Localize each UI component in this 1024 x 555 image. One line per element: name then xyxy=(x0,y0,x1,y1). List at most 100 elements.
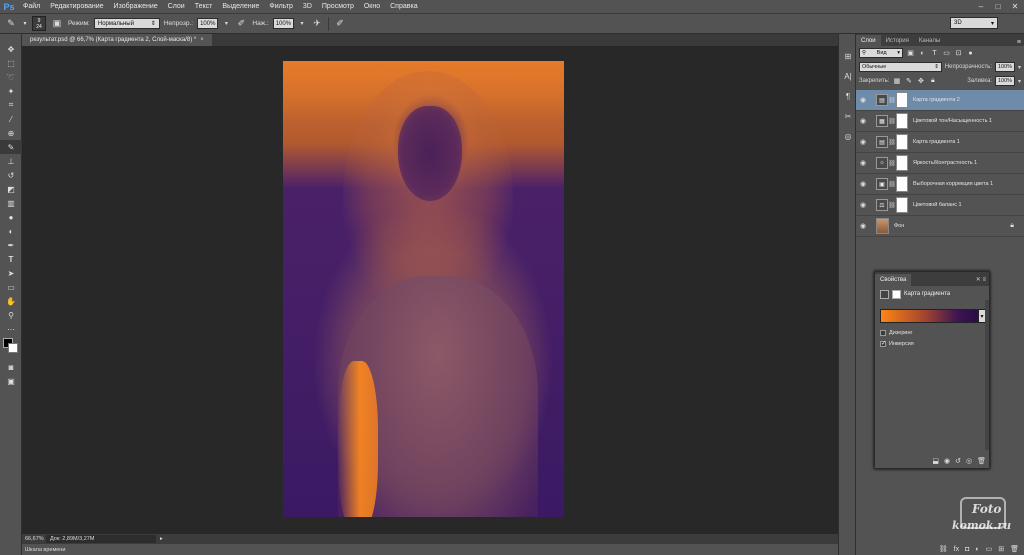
timeline-tab[interactable]: Шкала времени xyxy=(22,544,838,555)
eye-icon[interactable]: ◉ xyxy=(856,180,870,188)
type-tool-icon[interactable]: T xyxy=(0,252,22,266)
eye-icon[interactable]: ◉ xyxy=(856,201,870,209)
shape-tool-icon[interactable]: ▭ xyxy=(0,280,22,294)
eyedropper-tool-icon[interactable]: ⁄ xyxy=(0,112,22,126)
layer-name[interactable]: Карта градиента 2 xyxy=(913,97,960,103)
eye-icon[interactable]: ◉ xyxy=(856,159,870,167)
filter-toggle-icon[interactable]: ● xyxy=(966,50,975,57)
status-menu-arrow-icon[interactable]: ▸ xyxy=(160,536,163,542)
layer-mask-thumbnail[interactable] xyxy=(896,134,908,150)
quick-select-tool-icon[interactable]: ✦ xyxy=(0,84,22,98)
visibility-icon[interactable]: ◎ xyxy=(966,457,972,465)
lasso-tool-icon[interactable]: ➰ xyxy=(0,70,22,84)
background-color[interactable] xyxy=(8,343,18,353)
filter-pixel-icon[interactable]: ▣ xyxy=(906,49,915,57)
chain-link-icon[interactable]: ⛓︎ xyxy=(888,97,896,104)
menu-3d[interactable]: 3D xyxy=(298,0,317,14)
menu-view[interactable]: Просмотр xyxy=(317,0,359,14)
menu-window[interactable]: Окно xyxy=(359,0,385,14)
clone-stamp-tool-icon[interactable]: ⊥ xyxy=(0,154,22,168)
reset-icon[interactable]: ↺ xyxy=(955,457,961,465)
invert-checkbox[interactable]: ✓ xyxy=(880,340,886,347)
tab-channels[interactable]: Каналы xyxy=(914,35,945,46)
dodge-tool-icon[interactable]: ◐ xyxy=(0,224,22,238)
document-image[interactable] xyxy=(283,61,564,517)
chevron-down-icon[interactable]: ▾ xyxy=(298,17,306,31)
layer-blend-select[interactable]: Обычные ⇕ xyxy=(859,62,942,72)
gradient-tool-icon[interactable]: ▥ xyxy=(0,196,22,210)
airbrush-icon[interactable]: ✈ xyxy=(310,17,324,31)
menu-help[interactable]: Справка xyxy=(385,0,422,14)
zoom-tool-icon[interactable]: ⚲ xyxy=(0,308,22,322)
trash-icon[interactable]: 🗑︎ xyxy=(1010,545,1019,553)
brush-tool-icon[interactable]: ✎ xyxy=(0,140,22,154)
character-panel-icon[interactable]: A| xyxy=(839,68,857,84)
document-tab[interactable]: результат.psd @ 66,7% (Карта градиента 2… xyxy=(22,34,212,46)
pressure-field[interactable]: 100% xyxy=(272,18,295,29)
brush-panel-icon[interactable]: ▣ xyxy=(50,17,64,31)
menu-filter[interactable]: Фильтр xyxy=(264,0,298,14)
menu-edit[interactable]: Редактирование xyxy=(45,0,108,14)
filter-smart-icon[interactable]: ⊡ xyxy=(954,49,963,57)
layer-row[interactable]: ◉ ⚖ ⛓︎ Цветовой баланс 1 xyxy=(856,195,1024,216)
workspace-select[interactable]: 3D ▾ xyxy=(950,17,998,29)
layer-mask-thumbnail[interactable] xyxy=(896,92,908,108)
chevron-down-icon[interactable]: ▾ xyxy=(1018,78,1021,85)
close-icon[interactable]: × xyxy=(200,37,204,43)
filter-shape-icon[interactable]: ▭ xyxy=(942,49,951,57)
layer-row[interactable]: ◉ ▣ ⛓︎ Выборочная коррекция цвета 1 xyxy=(856,174,1024,195)
tools-preset-icon[interactable]: ✂ xyxy=(839,108,857,124)
dither-checkbox[interactable] xyxy=(880,329,886,336)
panel-menu-icon[interactable]: ≡ xyxy=(1017,39,1024,46)
history-brush-tool-icon[interactable]: ↺ xyxy=(0,168,22,182)
view-previous-icon[interactable]: ◉ xyxy=(944,457,950,465)
chain-link-icon[interactable]: ⛓︎ xyxy=(888,139,896,146)
new-layer-icon[interactable]: ⊞ xyxy=(998,545,1004,553)
color-swatches[interactable] xyxy=(0,336,22,356)
screen-mode-icon[interactable]: ▣ xyxy=(0,374,22,388)
layer-name[interactable]: Цветовой тон/Насыщенность 1 xyxy=(913,118,992,124)
new-adjustment-icon[interactable]: ◐ xyxy=(975,546,979,553)
healing-brush-tool-icon[interactable]: ⊕ xyxy=(0,126,22,140)
mask-icon[interactable] xyxy=(892,289,901,299)
blend-mode-select[interactable]: Нормальный ⇕ xyxy=(93,18,160,29)
lock-all-icon[interactable]: 🔒︎ xyxy=(928,77,937,85)
move-tool-icon[interactable]: ✥ xyxy=(0,42,22,56)
path-select-tool-icon[interactable]: ➤ xyxy=(0,266,22,280)
3d-panel-icon[interactable]: ◎ xyxy=(839,128,857,144)
menu-layers[interactable]: Слои xyxy=(163,0,190,14)
add-mask-icon[interactable]: ◘ xyxy=(965,546,969,553)
chain-link-icon[interactable]: ⛓︎ xyxy=(888,202,896,209)
eye-icon[interactable]: ◉ xyxy=(856,96,870,104)
layer-opacity-field[interactable]: 100% xyxy=(994,62,1015,72)
fill-field[interactable]: 100% xyxy=(994,76,1015,86)
layer-name[interactable]: Яркость/Контрастность 1 xyxy=(913,160,977,166)
background-layer-row[interactable]: ◉ Фон 🔒︎ xyxy=(856,216,1024,237)
pen-tool-icon[interactable]: ✒ xyxy=(0,238,22,252)
tab-history[interactable]: История xyxy=(881,35,914,46)
clip-to-layer-icon[interactable]: ⬓ xyxy=(932,457,939,465)
brush-preset-picker[interactable]: 9 24 xyxy=(32,16,46,31)
maximize-icon[interactable]: □ xyxy=(991,1,1005,12)
hand-tool-icon[interactable]: ✋ xyxy=(0,294,22,308)
marquee-tool-icon[interactable]: ⬚ xyxy=(0,56,22,70)
crop-tool-icon[interactable]: ⌗ xyxy=(0,98,22,112)
filter-type-icon[interactable]: T xyxy=(930,50,939,57)
chevron-down-icon[interactable]: ▾ xyxy=(222,17,230,31)
layer-mask-thumbnail[interactable] xyxy=(896,176,908,192)
gradient-preview[interactable] xyxy=(880,309,978,323)
blur-tool-icon[interactable]: ● xyxy=(0,210,22,224)
layer-row[interactable]: ◉ ☼ ⛓︎ Яркость/Контрастность 1 xyxy=(856,153,1024,174)
layer-mask-thumbnail[interactable] xyxy=(896,197,908,213)
eye-icon[interactable]: ◉ xyxy=(856,117,870,125)
layer-name[interactable]: Фон xyxy=(894,223,904,229)
lock-pixels-icon[interactable]: ✎ xyxy=(904,77,913,85)
dither-option[interactable]: Дизеринг xyxy=(880,328,913,337)
minimize-icon[interactable]: – xyxy=(974,1,988,12)
layer-row[interactable]: ◉ ▤ ⛓︎ Карта градиента 2 xyxy=(856,90,1024,111)
lock-transparency-icon[interactable]: ▦ xyxy=(892,77,901,85)
chevron-down-icon[interactable]: ▾ xyxy=(22,17,28,31)
history-panel-icon[interactable]: ⊞ xyxy=(839,48,857,64)
layer-mask-thumbnail[interactable] xyxy=(896,113,908,129)
eye-icon[interactable]: ◉ xyxy=(856,138,870,146)
